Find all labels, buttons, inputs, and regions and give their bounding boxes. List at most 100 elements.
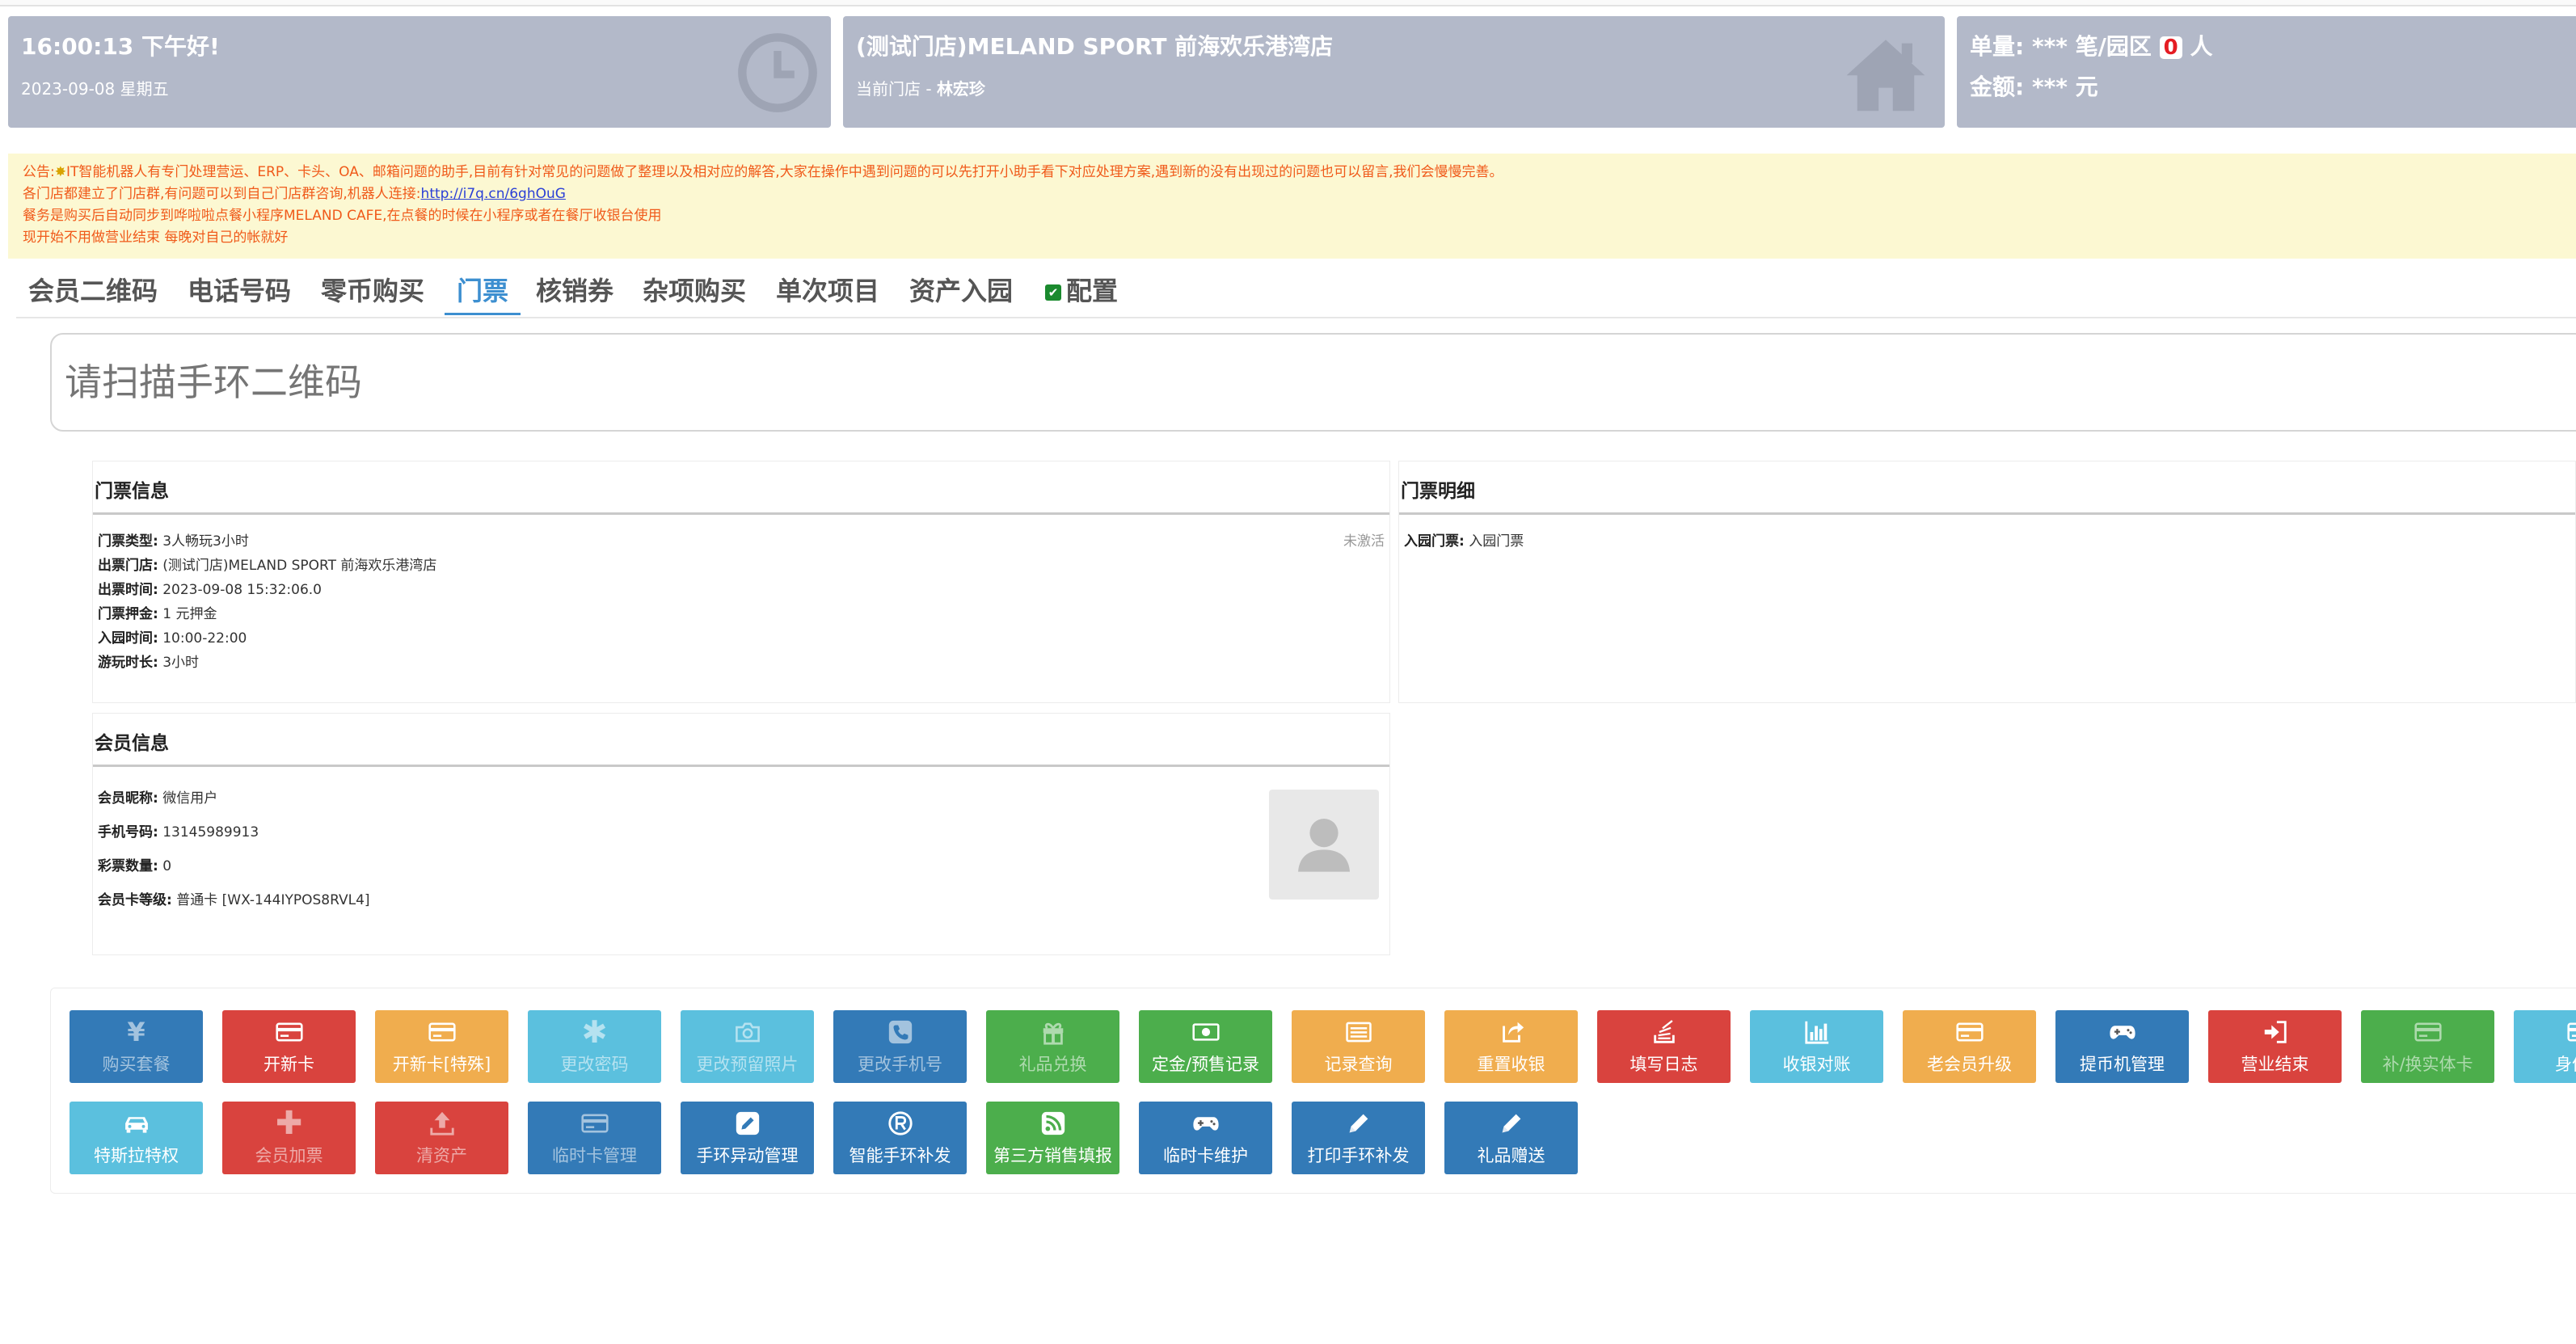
current-date: 2023-09-08 星期五 xyxy=(21,79,169,99)
function-button[interactable]: 开新卡[特殊] xyxy=(375,1010,508,1083)
park-count-badge: 0 xyxy=(2159,36,2182,59)
robot-link[interactable]: http://i7q.cn/6ghOuG xyxy=(421,186,566,202)
tab-ticket[interactable]: 门票 xyxy=(445,267,521,315)
function-button-label: 开新卡 xyxy=(264,1055,314,1074)
announcement: 公告:✸IT智能机器人有专门处理营运、ERP、卡头、OA、邮箱问题的助手,目前有… xyxy=(8,154,2576,259)
function-button[interactable]: 身份证 xyxy=(2514,1010,2576,1083)
tab-config[interactable]: ✔ 配置 xyxy=(1033,267,1130,315)
tab-bar: 会员二维码 电话号码 零币购买 门票 核销券 杂项购买 单次项目 资产入园 ✔ 配… xyxy=(16,267,2576,318)
function-button[interactable]: 特斯拉特权 xyxy=(70,1102,203,1174)
member-lottery-count: 彩票数量: 0 xyxy=(98,858,172,874)
ticket-type: 门票类型: 3人畅玩3小时 xyxy=(98,533,249,550)
pencil-icon xyxy=(1292,1109,1425,1138)
tab-member-qrcode[interactable]: 会员二维码 xyxy=(16,267,170,315)
function-button-label: 老会员升级 xyxy=(1927,1055,2012,1074)
function-button[interactable]: ¥ 购买套餐 xyxy=(70,1010,203,1083)
function-button[interactable]: 收银对账 xyxy=(1750,1010,1883,1083)
function-button[interactable]: 填写日志 xyxy=(1597,1010,1731,1083)
notice-line-4: 现开始不用做营业结束 每晚对自己的帐就好 xyxy=(23,230,289,246)
tab-misc-purchase[interactable]: 杂项购买 xyxy=(630,267,758,315)
ticket-duration: 游玩时长: 3小时 xyxy=(98,655,200,671)
function-button[interactable]: 记录查询 xyxy=(1292,1010,1425,1083)
function-button-label: 礼品赠送 xyxy=(1477,1146,1545,1165)
function-button-label: 智能手环补发 xyxy=(849,1146,951,1165)
wristband-qrcode-input[interactable] xyxy=(50,333,2576,432)
avatar xyxy=(1269,790,1379,900)
tab-phone-number[interactable]: 电话号码 xyxy=(175,267,303,315)
asterisk-icon: ✱ xyxy=(581,1014,608,1050)
function-button-label: 特斯拉特权 xyxy=(94,1146,179,1165)
card-icon xyxy=(2361,1017,2494,1047)
function-button-label: 礼品兑换 xyxy=(1018,1055,1087,1074)
ticket-info-panel: 门票信息 未激活 门票类型: 3人畅玩3小时 出票门店: (测试门店)MELAN… xyxy=(92,461,1390,703)
store-panel: (测试门店)MELAND SPORT 前海欢乐港湾店 当前门店 - 林宏珍 xyxy=(843,16,1945,128)
list-icon xyxy=(1292,1017,1425,1047)
function-button-label: 清资产 xyxy=(416,1146,467,1165)
function-button[interactable]: 临时卡维护 xyxy=(1139,1102,1272,1174)
function-button[interactable]: 第三方销售填报 xyxy=(986,1102,1119,1174)
ticket-info-title: 门票信息 xyxy=(93,461,1389,515)
card-icon xyxy=(222,1017,356,1047)
function-button[interactable]: ✚ 会员加票 xyxy=(222,1102,356,1174)
function-button-label: 记录查询 xyxy=(1324,1055,1393,1074)
rss-icon xyxy=(986,1109,1119,1138)
ticket-status: 未激活 xyxy=(1343,533,1385,550)
notice-line-3: 餐务是购买后自动同步到哗啦啦点餐小程序MELAND CAFE,在点餐的时候在小程… xyxy=(23,208,662,224)
function-button[interactable]: 开新卡 xyxy=(222,1010,356,1083)
stack-icon xyxy=(1597,1017,1731,1047)
gamepad-icon xyxy=(1139,1109,1272,1138)
function-button[interactable]: 打印手环补发 xyxy=(1292,1102,1425,1174)
ticket-store: 出票门店: (测试门店)MELAND SPORT 前海欢乐港湾店 xyxy=(98,558,437,574)
function-button-label: 开新卡[特殊] xyxy=(392,1055,491,1074)
card-icon xyxy=(375,1017,508,1047)
function-button[interactable]: 礼品兑换 xyxy=(986,1010,1119,1083)
function-button-label: 临时卡维护 xyxy=(1163,1146,1248,1165)
member-card-level: 会员卡等级: 普通卡 [WX-144IYPOS8RVL4] xyxy=(98,892,370,908)
function-button[interactable]: 补/换实体卡 xyxy=(2361,1010,2494,1083)
tab-single-item[interactable]: 单次项目 xyxy=(764,267,892,315)
function-button[interactable]: 提币机管理 xyxy=(2055,1010,2189,1083)
function-button-label: 补/换实体卡 xyxy=(2382,1055,2473,1074)
camera-icon xyxy=(681,1017,814,1047)
yen-icon: ¥ xyxy=(127,1017,145,1047)
function-button-label: 更改密码 xyxy=(560,1055,629,1074)
function-button[interactable]: 临时卡管理 xyxy=(528,1102,661,1174)
member-info-panel: 会员信息 会员昵称: 微信用户 手机号码: 13145989913 彩票数量: … xyxy=(92,713,1390,955)
function-button[interactable]: 更改预留照片 xyxy=(681,1010,814,1083)
function-button[interactable]: ✱ 更改密码 xyxy=(528,1010,661,1083)
time-greeting: 16:00:13 下午好! xyxy=(21,33,220,60)
function-button[interactable]: 定金/预售记录 xyxy=(1139,1010,1272,1083)
store-title: (测试门店)MELAND SPORT 前海欢乐港湾店 xyxy=(856,33,1334,60)
function-button[interactable]: 营业结束 xyxy=(2208,1010,2342,1083)
function-button-label: 重置收银 xyxy=(1477,1055,1545,1074)
function-button[interactable]: 老会员升级 xyxy=(1903,1010,2036,1083)
card-icon xyxy=(2514,1017,2576,1047)
member-phone: 手机号码: 13145989913 xyxy=(98,824,259,841)
function-button[interactable]: 礼品赠送 xyxy=(1444,1102,1578,1174)
function-button-label: 提币机管理 xyxy=(2080,1055,2165,1074)
upload-icon xyxy=(375,1109,508,1138)
store-label: 当前门店 - xyxy=(856,79,937,99)
function-button-label: 会员加票 xyxy=(255,1146,323,1165)
ticket-detail-title: 门票明细 xyxy=(1399,461,2575,515)
ticket-issue-time: 出票时间: 2023-09-08 15:32:06.0 xyxy=(98,582,322,598)
function-button-label: 收银对账 xyxy=(1782,1055,1851,1074)
function-button[interactable]: 重置收银 xyxy=(1444,1010,1578,1083)
share-icon xyxy=(1444,1017,1578,1047)
top-border xyxy=(0,0,2576,6)
pencil-icon xyxy=(1444,1109,1578,1138)
function-button[interactable]: 更改手机号 xyxy=(833,1010,967,1083)
card-icon xyxy=(1903,1017,2036,1047)
stats-panel: 单量: *** 笔/园区 0 人 金额: *** 元 xyxy=(1957,16,2576,128)
function-button-label: 临时卡管理 xyxy=(552,1146,637,1165)
function-button-label: 更改手机号 xyxy=(858,1055,942,1074)
function-button[interactable]: 智能手环补发 xyxy=(833,1102,967,1174)
edit-icon xyxy=(681,1109,814,1138)
tab-coin-purchase[interactable]: 零币购买 xyxy=(309,267,436,315)
function-button[interactable]: 手环异动管理 xyxy=(681,1102,814,1174)
notice-line-2: 各门店都建立了门店群,有问题可以到自己门店群咨询,机器人连接:http://i7… xyxy=(23,186,566,202)
tab-asset-entry[interactable]: 资产入园 xyxy=(897,267,1025,315)
tab-redeem-coupon[interactable]: 核销券 xyxy=(524,267,626,315)
notice-line-1: 公告:✸IT智能机器人有专门处理营运、ERP、卡头、OA、邮箱问题的助手,目前有… xyxy=(23,164,1503,180)
function-button[interactable]: 清资产 xyxy=(375,1102,508,1174)
